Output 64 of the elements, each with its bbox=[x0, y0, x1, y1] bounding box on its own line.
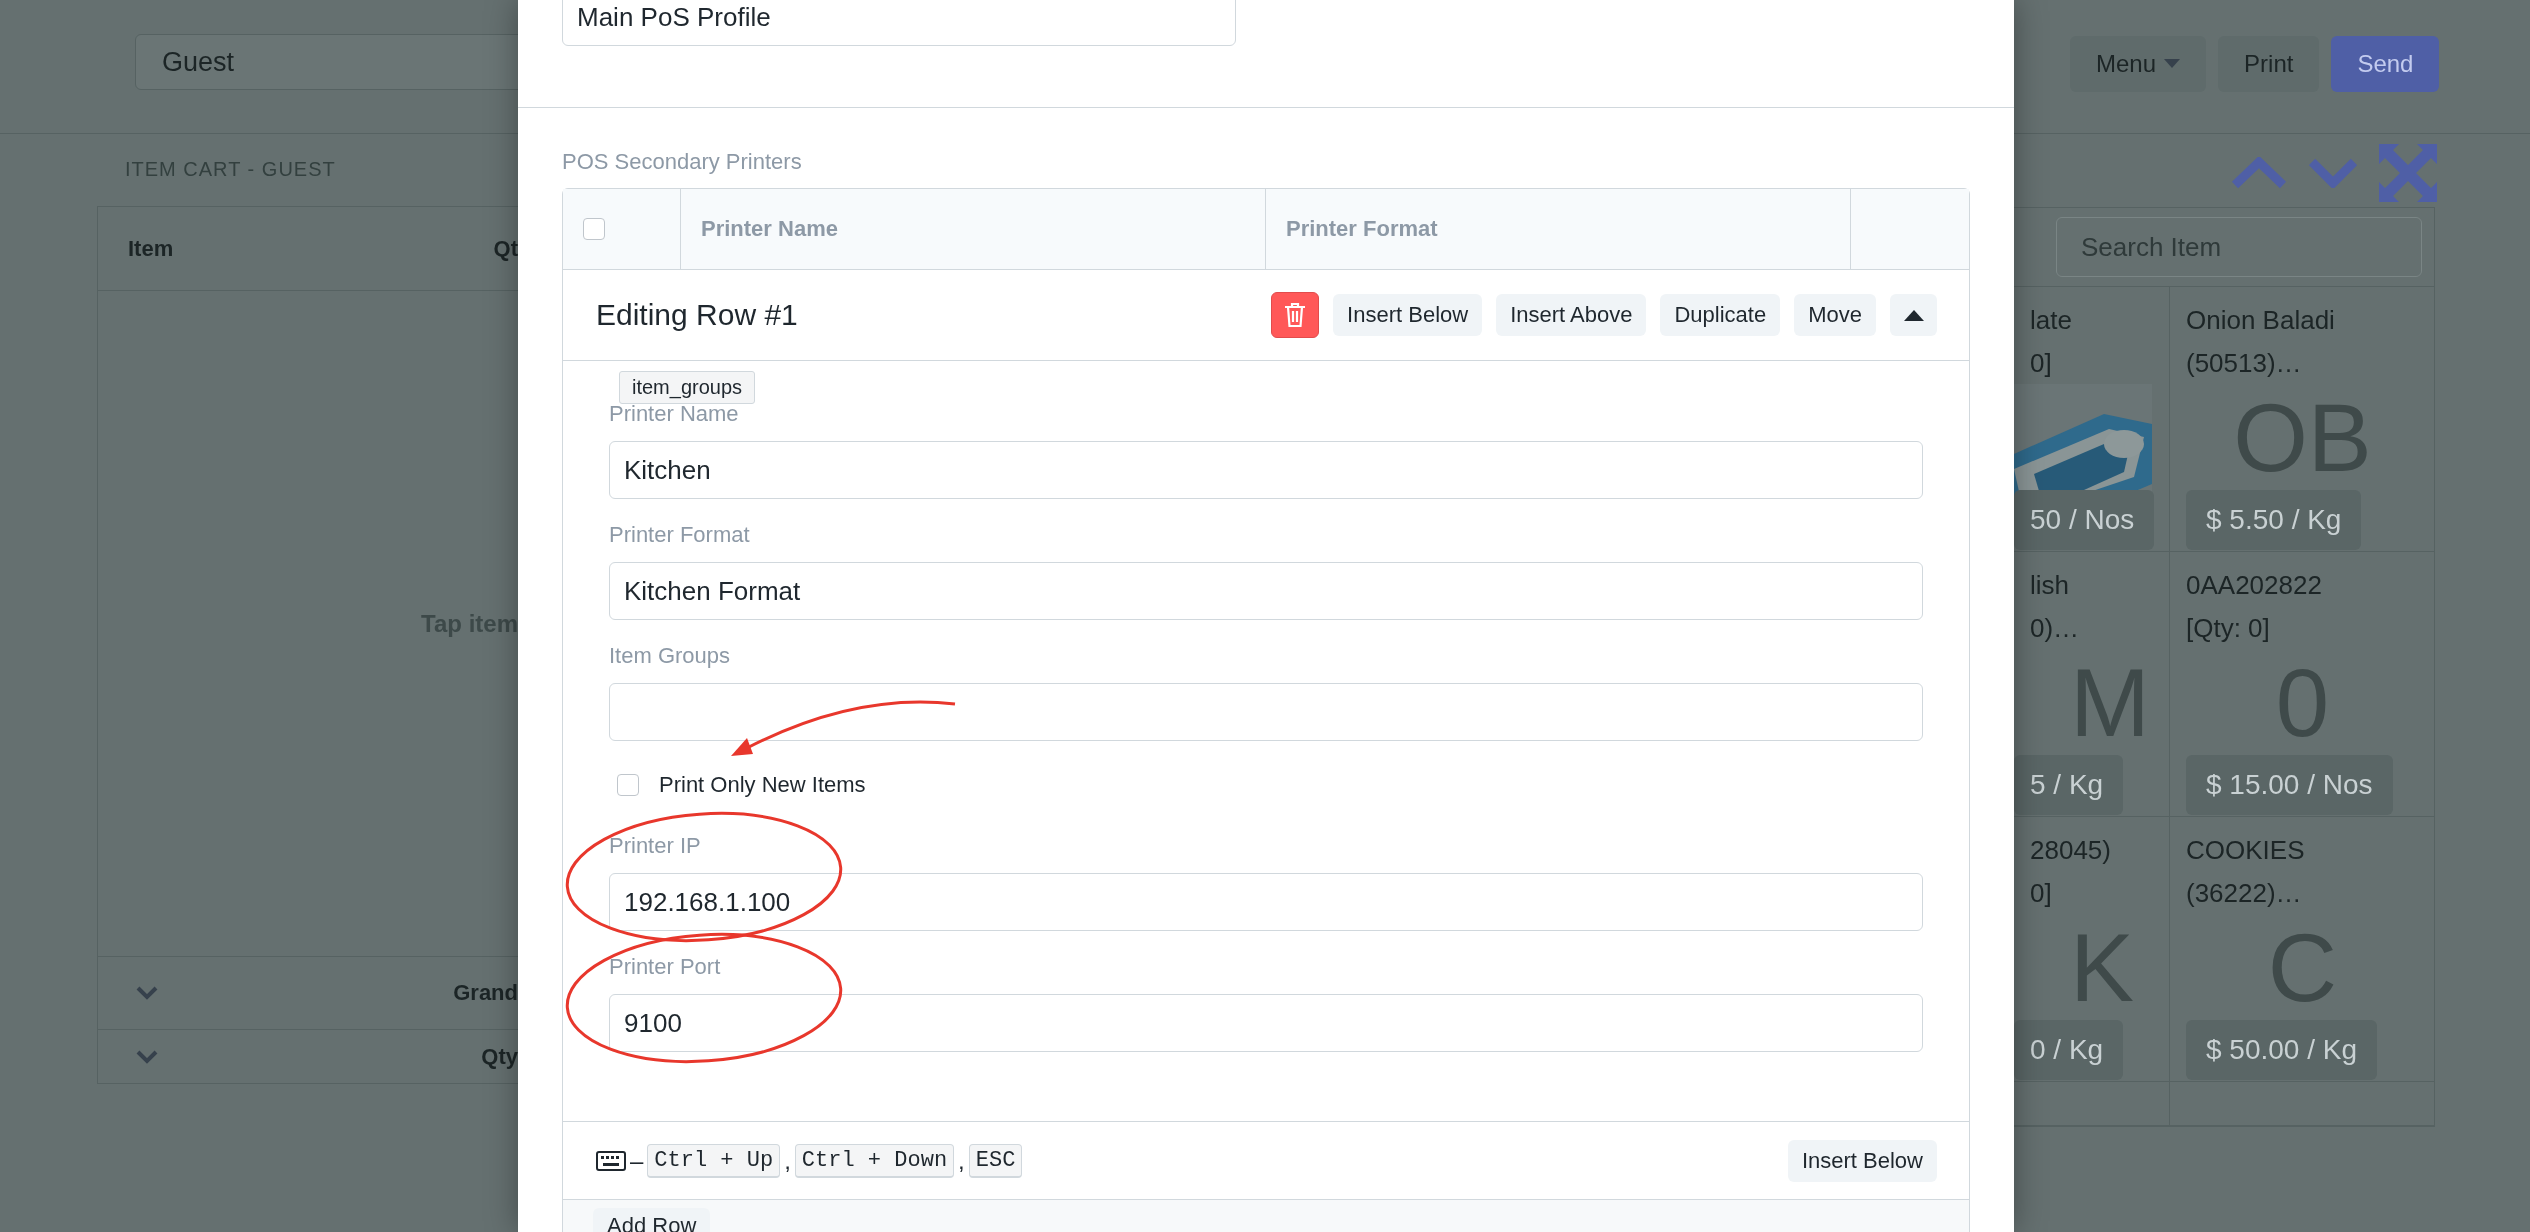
price-tag: 50 / Nos bbox=[2014, 490, 2155, 550]
input-field[interactable]: 192.168.1.100 bbox=[609, 873, 1923, 931]
insert-below-button[interactable]: Insert Below bbox=[1787, 1139, 1937, 1182]
item-name: lish bbox=[2030, 569, 2070, 602]
item-name: (50513)… bbox=[2186, 347, 2303, 380]
separator: , bbox=[784, 1146, 791, 1175]
row-action-button[interactable]: Duplicate bbox=[1660, 294, 1781, 336]
keyboard-icon bbox=[596, 1150, 626, 1171]
checkbox-label: Print Only New Items bbox=[659, 772, 866, 798]
tooltip: item_groups bbox=[619, 371, 756, 404]
item-name: Onion Baladi bbox=[2186, 304, 2336, 337]
item-name: 0] bbox=[2030, 347, 2053, 380]
section-label: POS Secondary Printers bbox=[562, 148, 803, 176]
column-header: Item bbox=[128, 235, 174, 262]
collapse-button[interactable] bbox=[1890, 294, 1937, 336]
input-field[interactable] bbox=[609, 683, 1923, 741]
key-shortcut: ESC bbox=[968, 1143, 1023, 1178]
chevron-up-icon[interactable] bbox=[2231, 156, 2287, 189]
expand-icon[interactable] bbox=[2379, 143, 2437, 202]
chevron-down-icon[interactable] bbox=[2309, 157, 2357, 188]
input-field[interactable]: Kitchen Format bbox=[609, 562, 1923, 620]
delete-button[interactable] bbox=[1271, 292, 1320, 338]
chevron-down-icon[interactable] bbox=[136, 1049, 158, 1064]
item-name: [Qty: 0] bbox=[2186, 612, 2271, 645]
item-name: 0AA202822 bbox=[2186, 569, 2323, 602]
summary-label: Qty bbox=[481, 1043, 518, 1070]
profile-field[interactable]: Main PoS Profile bbox=[562, 0, 1236, 46]
field-label: Item Groups bbox=[609, 642, 731, 670]
price-tag: 0 / Kg bbox=[2014, 1020, 2124, 1080]
column-header: Qt bbox=[493, 235, 518, 262]
toolbar-button[interactable]: Send bbox=[2331, 36, 2440, 92]
shortcut-dash: – bbox=[630, 1146, 644, 1175]
item-name: late bbox=[2030, 304, 2073, 337]
editing-row-title: Editing Row #1 bbox=[596, 298, 798, 332]
item-name: COOKIES bbox=[2186, 834, 2306, 867]
trash-icon bbox=[1284, 302, 1307, 328]
row-action-button[interactable]: Move bbox=[1794, 294, 1876, 336]
input-field[interactable]: 9100 bbox=[609, 994, 1923, 1052]
price-tag: $ 15.00 / Nos bbox=[2186, 755, 2393, 815]
key-shortcut: Ctrl + Down bbox=[794, 1143, 955, 1178]
separator: , bbox=[958, 1146, 965, 1175]
item-name: 0)… bbox=[2030, 612, 2081, 645]
checkbox[interactable] bbox=[617, 774, 639, 796]
item-name: 28045) bbox=[2030, 834, 2112, 867]
column-header: Printer Name bbox=[701, 216, 838, 242]
column-header: Printer Format bbox=[1286, 216, 1438, 242]
price-tag: $ 50.00 / Kg bbox=[2186, 1020, 2377, 1080]
item-name: (36222)… bbox=[2186, 877, 2303, 910]
select-all-checkbox[interactable] bbox=[583, 218, 605, 240]
row-action-button[interactable]: Insert Above bbox=[1496, 294, 1647, 336]
item-name: 0] bbox=[2030, 877, 2053, 910]
caret-down-icon bbox=[2164, 59, 2181, 69]
chevron-down-icon[interactable] bbox=[136, 986, 158, 1000]
input-field[interactable]: Kitchen bbox=[609, 441, 1923, 499]
field-label: Printer IP bbox=[609, 832, 701, 860]
summary-label: Grand bbox=[453, 980, 518, 1006]
field-label: Printer Port bbox=[609, 953, 721, 981]
caret-up-icon bbox=[1903, 309, 1924, 321]
key-shortcut: Ctrl + Up bbox=[647, 1143, 781, 1178]
item-card[interactable]: late 0] 50 / Nos bbox=[2014, 287, 2170, 552]
price-tag: $ 5.50 / Kg bbox=[2186, 490, 2362, 550]
field-label: Printer Format bbox=[609, 521, 750, 549]
row-action-button[interactable]: Insert Below bbox=[1333, 294, 1483, 336]
price-tag: 5 / Kg bbox=[2014, 755, 2124, 815]
